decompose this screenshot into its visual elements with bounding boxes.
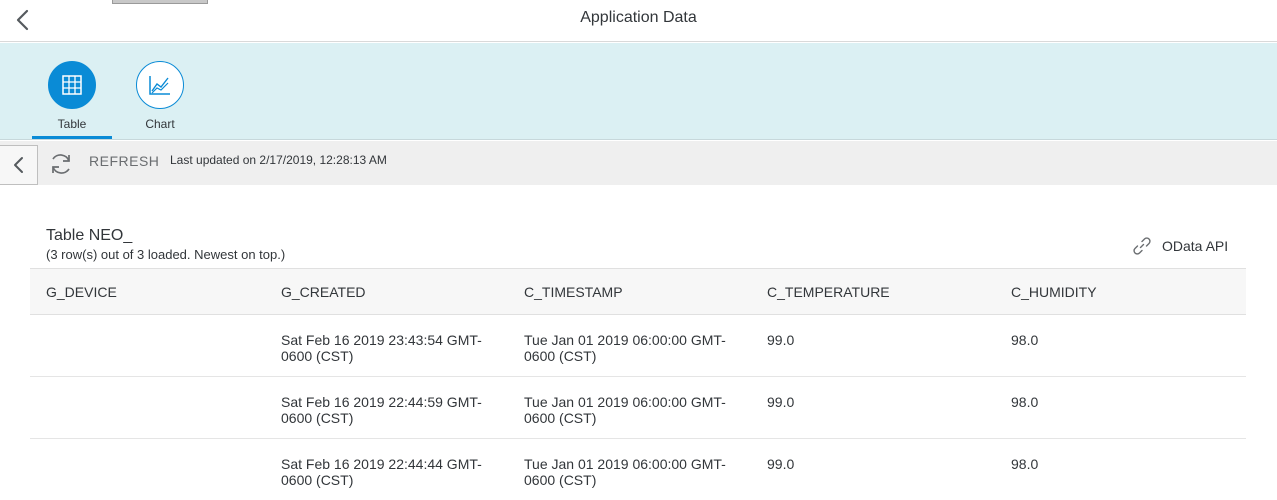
- column-header-g-created[interactable]: G_CREATED: [281, 284, 496, 300]
- table-grid-icon: [48, 61, 96, 109]
- cell-timestamp: Tue Jan 01 2019 06:00:00 GMT-0600 (CST): [524, 394, 726, 426]
- refresh-icon[interactable]: [48, 151, 74, 177]
- icon-tab-bar: Table Chart: [0, 43, 1277, 140]
- cell-temperature: 99.0: [767, 394, 795, 410]
- chevron-left-icon: [13, 157, 23, 173]
- column-header-g-device[interactable]: G_DEVICE: [46, 284, 117, 300]
- app-header: Application Data: [0, 0, 1277, 42]
- cell-created: Sat Feb 16 2019 23:43:54 GMT-0600 (CST): [281, 332, 482, 364]
- last-updated-text: Last updated on 2/17/2019, 12:28:13 AM: [170, 153, 387, 167]
- table-subtitle: (3 row(s) out of 3 loaded. Newest on top…: [46, 247, 286, 262]
- tab-table[interactable]: Table: [32, 61, 112, 140]
- table-title: Table NEO_: [46, 227, 133, 244]
- cell-created: Sat Feb 16 2019 22:44:59 GMT-0600 (CST): [281, 394, 482, 426]
- cell-humidity: 98.0: [1011, 394, 1039, 410]
- cell-humidity: 98.0: [1011, 332, 1039, 348]
- column-header-c-timestamp[interactable]: C_TIMESTAMP: [524, 284, 739, 300]
- collapse-button[interactable]: [0, 145, 38, 185]
- toolbar: REFRESH Last updated on 2/17/2019, 12:28…: [0, 141, 1277, 185]
- link-icon: [1133, 237, 1151, 255]
- table-row[interactable]: Sat Feb 16 2019 23:43:54 GMT-0600 (CST) …: [30, 315, 1246, 377]
- table-row[interactable]: Sat Feb 16 2019 22:44:44 GMT-0600 (CST) …: [30, 439, 1246, 500]
- window-tab-edge: [112, 0, 208, 4]
- page-title: Application Data: [580, 9, 697, 26]
- tab-chart-label: Chart: [145, 117, 175, 131]
- cell-timestamp: Tue Jan 01 2019 06:00:00 GMT-0600 (CST): [524, 456, 726, 488]
- cell-humidity: 98.0: [1011, 456, 1039, 472]
- data-table: G_DEVICE G_CREATED C_TIMESTAMP C_TEMPERA…: [30, 268, 1246, 500]
- cell-temperature: 99.0: [767, 332, 795, 348]
- odata-api-label: OData API: [1162, 238, 1229, 254]
- table-row[interactable]: Sat Feb 16 2019 22:44:59 GMT-0600 (CST) …: [30, 377, 1246, 439]
- column-header-c-temperature[interactable]: C_TEMPERATURE: [767, 284, 890, 300]
- line-chart-icon: [136, 61, 184, 109]
- column-header-c-humidity[interactable]: C_HUMIDITY: [1011, 284, 1097, 300]
- table-header-row: G_DEVICE G_CREATED C_TIMESTAMP C_TEMPERA…: [30, 268, 1246, 315]
- refresh-button[interactable]: REFRESH: [89, 153, 159, 169]
- tab-chart[interactable]: Chart: [120, 61, 200, 140]
- tab-table-label: Table: [57, 117, 87, 131]
- odata-api-link[interactable]: OData API: [1132, 235, 1228, 257]
- cell-temperature: 99.0: [767, 456, 795, 472]
- cell-timestamp: Tue Jan 01 2019 06:00:00 GMT-0600 (CST): [524, 332, 726, 364]
- cell-created: Sat Feb 16 2019 22:44:44 GMT-0600 (CST): [281, 456, 482, 488]
